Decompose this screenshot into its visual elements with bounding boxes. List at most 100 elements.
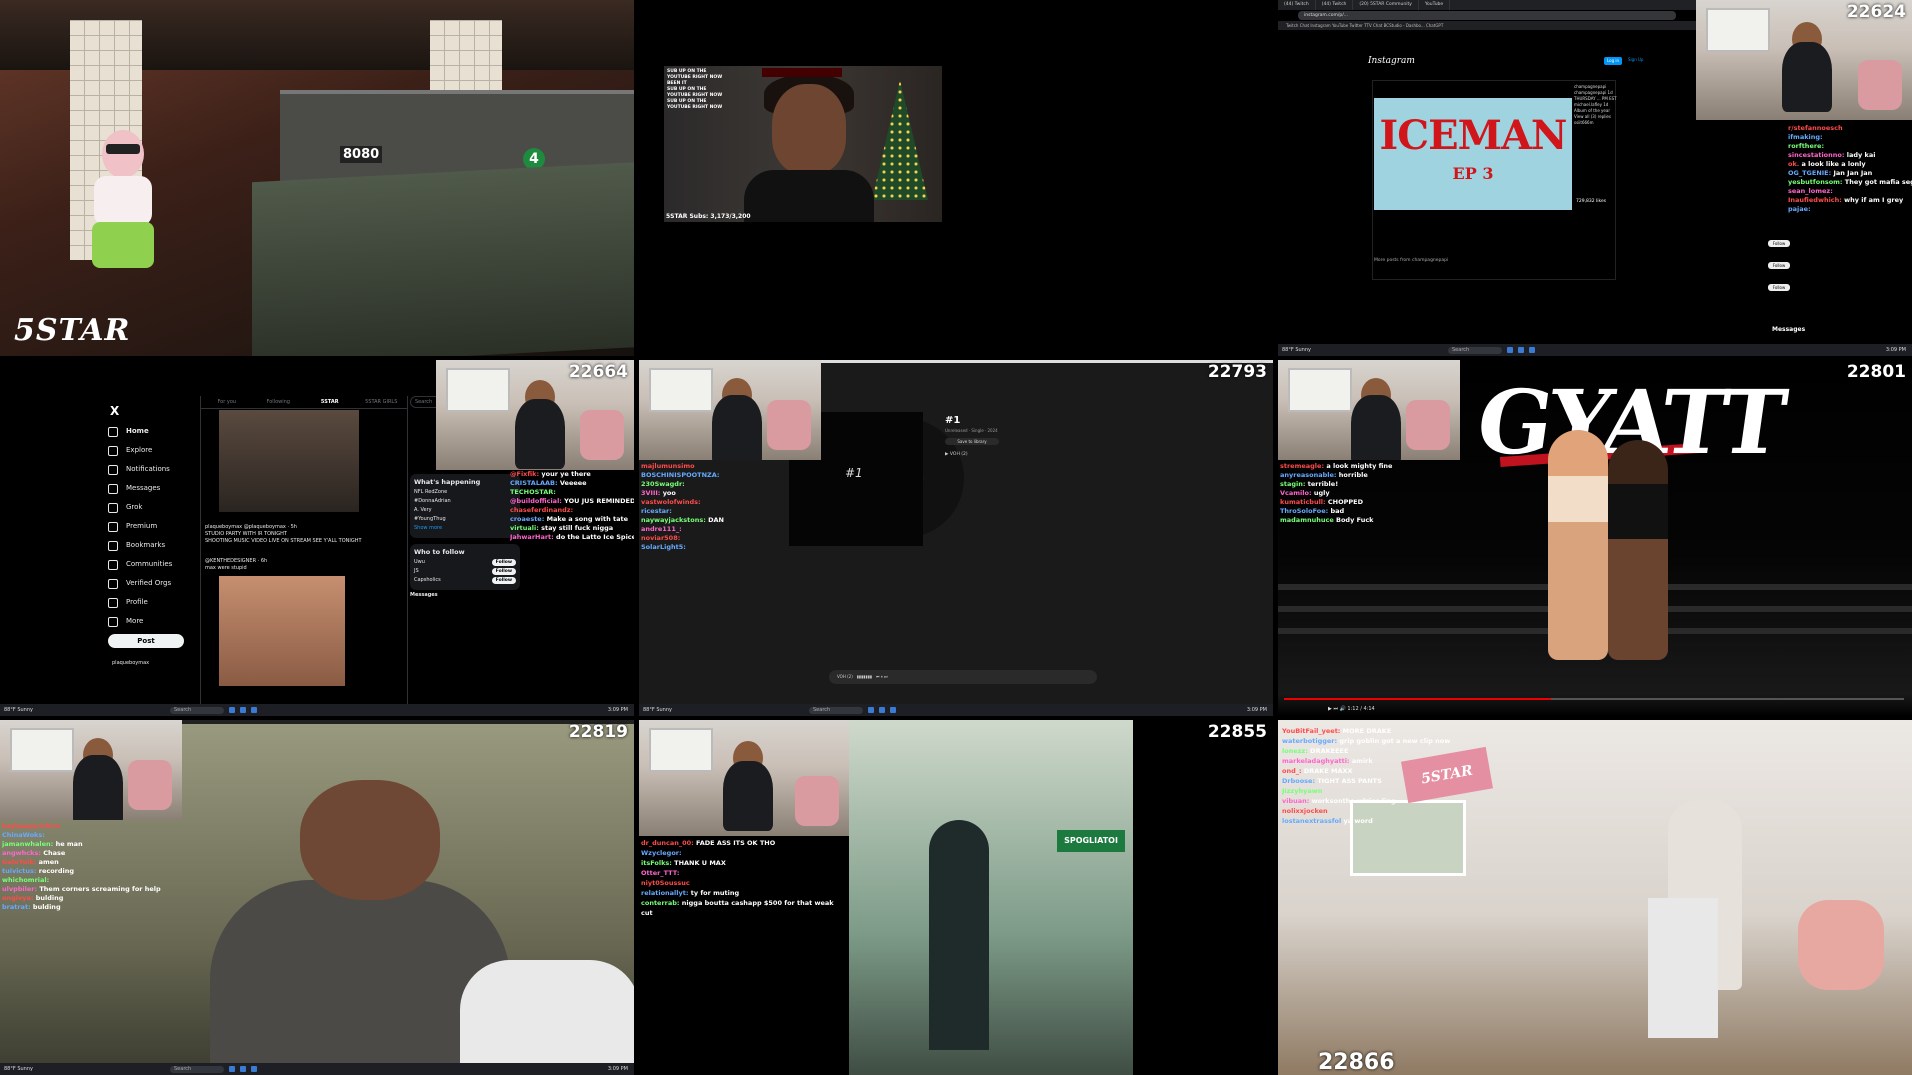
follow-button[interactable]: Follow (491, 559, 516, 566)
chat-line: 3VIII: yoo (641, 489, 676, 497)
nav-communities[interactable]: Communities (108, 555, 198, 574)
taskbar-app-icon[interactable] (1529, 347, 1535, 353)
tweet-image[interactable] (219, 410, 359, 512)
taskbar-app-icon[interactable] (1518, 347, 1524, 353)
tab-5star[interactable]: 5STAR (304, 396, 356, 408)
whats-happening: What's happening NFL RedZone #DonnaAdria… (410, 474, 520, 538)
trend[interactable]: #DonnaAdrian (414, 498, 516, 504)
taskbar-app-icon[interactable] (229, 1066, 235, 1072)
trend[interactable]: #YoungThug (414, 516, 516, 522)
taskbar-app-icon[interactable] (229, 707, 235, 713)
post-comments: champagnepapi champagnepapi 1d THURSDAY … (1574, 84, 1617, 125)
chat-line: 230Swagdr: (641, 480, 685, 488)
tab-following[interactable]: Following (253, 396, 305, 408)
chat-line: sean_lomez: (1788, 187, 1833, 195)
tile-music: #1 #1 Unreleased · Single · 2024 Save to… (639, 360, 1273, 716)
x-logo[interactable]: X (110, 404, 119, 418)
webcam (639, 720, 849, 836)
taskbar-search[interactable]: Search (170, 1065, 224, 1073)
playback-bar[interactable]: VOH (2) ▮▮▮▮▮▮▮ ⏮ ⏸ ⏭ (829, 670, 1097, 684)
nav-profile[interactable]: Profile (108, 593, 198, 612)
taskbar-weather[interactable]: 88°F Sunny (4, 1066, 33, 1072)
tab-for-you[interactable]: For you (201, 396, 253, 408)
nav-bookmarks[interactable]: Bookmarks (108, 536, 198, 555)
game-character (88, 130, 158, 290)
video-progress[interactable] (1284, 698, 1904, 700)
login-button[interactable]: Log in (1604, 57, 1622, 65)
volume-icon[interactable]: 🔊 (1340, 706, 1346, 712)
chat-line: stremeagle: a look mighty fine (1280, 462, 1393, 470)
tweet[interactable]: @KENTHEDESIGNER · 6h max were stupid (205, 558, 401, 572)
next-icon[interactable]: ⏭ (1333, 706, 1338, 712)
taskbar-app-icon[interactable] (251, 707, 257, 713)
taskbar-app-icon[interactable] (240, 1066, 246, 1072)
browser-window: (44) Twitch (44) Twitch (20) 5STAR Commu… (1278, 0, 1696, 344)
chat-line: ricestar: (641, 507, 672, 515)
play-icon[interactable]: ▶ (1328, 706, 1332, 712)
instagram-logo[interactable]: Instagram (1368, 56, 1415, 66)
chat-line: ok. a look like a lonly (1788, 160, 1866, 168)
home-icon (108, 426, 118, 437)
post-button[interactable]: Post (108, 634, 184, 648)
trend[interactable]: A. Very (414, 507, 516, 513)
taskbar-search[interactable]: Search (1448, 346, 1502, 354)
follow-suggestion: JS Follow (414, 568, 516, 575)
track-row[interactable]: ▶ VOH (2) (945, 452, 1115, 462)
nav-verified-orgs[interactable]: Verified Orgs (108, 574, 198, 593)
follow-button[interactable]: Follow (491, 577, 516, 584)
tweet[interactable]: plaqueboymax @plaqueboymax · 5h STUDIO P… (205, 524, 401, 545)
follow-button[interactable]: Follow (1768, 240, 1790, 247)
nav-more[interactable]: More (108, 612, 198, 631)
taskbar-weather[interactable]: 88°F Sunny (1282, 347, 1311, 353)
nav-home[interactable]: Home (108, 422, 198, 441)
timeline: For you Following 5STAR 5STAR GIRLS plaq… (200, 396, 408, 704)
nav-explore[interactable]: Explore (108, 441, 198, 460)
save-to-library-button[interactable]: Save to library (945, 438, 999, 445)
nav-premium[interactable]: Premium (108, 517, 198, 536)
taskbar-app-icon[interactable] (868, 707, 874, 713)
taskbar-search[interactable]: Search (170, 706, 224, 714)
taskbar-app-icon[interactable] (240, 707, 246, 713)
follow-button[interactable]: Follow (491, 568, 516, 575)
nav-messages[interactable]: Messages (108, 479, 198, 498)
browser-tab[interactable]: YouTube (1419, 0, 1451, 10)
chat-line: @buildofficial: YOU JUS REMINDED ME (510, 497, 634, 505)
chat-line: ChinaWoks: (2, 831, 45, 839)
taskbar-app-icon[interactable] (879, 707, 885, 713)
follow-button[interactable]: Follow (1768, 262, 1790, 269)
trend[interactable]: NFL RedZone (414, 489, 516, 495)
browser-tab[interactable]: (44) Twitch (1278, 0, 1316, 10)
nav-notifications[interactable]: Notifications (108, 460, 198, 479)
next-icon[interactable]: ⏭ (884, 674, 888, 679)
chat-line: Wzyclegor: (641, 849, 682, 857)
taskbar-weather[interactable]: 88°F Sunny (4, 707, 33, 713)
browser-tabs: (44) Twitch (44) Twitch (20) 5STAR Commu… (1278, 0, 1696, 10)
post-image[interactable]: ICEMAN EP 3 (1374, 98, 1572, 210)
messages-tray[interactable]: Messages (410, 592, 520, 598)
chat-line: itsFolks: THANK U MAX (641, 859, 726, 867)
show-more-link[interactable]: Show more (414, 525, 516, 531)
prev-icon[interactable]: ⏮ (876, 674, 880, 679)
follow-button[interactable]: Follow (1768, 284, 1790, 291)
taskbar-search[interactable]: Search (809, 706, 863, 714)
twitch-chat: YouBitFail_yeet: MORE DRAKE waterbotigge… (1282, 726, 1562, 826)
taskbar-weather[interactable]: 88°F Sunny (643, 707, 672, 713)
signup-link[interactable]: Sign Up (1628, 57, 1643, 62)
taskbar-clock: 3:09 PM (1885, 347, 1906, 353)
taskbar-app-icon[interactable] (890, 707, 896, 713)
address-bar[interactable]: instagram.com/p/... (1298, 11, 1676, 20)
pause-icon[interactable]: ⏸ (881, 674, 883, 679)
video-figure (929, 820, 989, 1050)
tweet-image[interactable] (219, 576, 345, 686)
nav-grok[interactable]: Grok (108, 498, 198, 517)
messages-tray[interactable]: Messages (1772, 326, 1805, 333)
taskbar-app-icon[interactable] (251, 1066, 257, 1072)
browser-tab[interactable]: (20) 5STAR Community (1353, 0, 1419, 10)
viewer-counter: 22866 (1318, 1050, 1395, 1075)
browser-tab[interactable]: (44) Twitch (1316, 0, 1354, 10)
tab-5star-girls[interactable]: 5STAR GIRLS (356, 396, 408, 408)
chat-line: Inaufiedwhich: why if am I grey (1788, 196, 1904, 204)
taskbar-app-icon[interactable] (1507, 347, 1513, 353)
bookmarks-bar[interactable]: Twitch Chat Instagram YouTube Twitter TT… (1278, 21, 1696, 30)
profile-name[interactable]: plaqueboymax (112, 660, 149, 666)
